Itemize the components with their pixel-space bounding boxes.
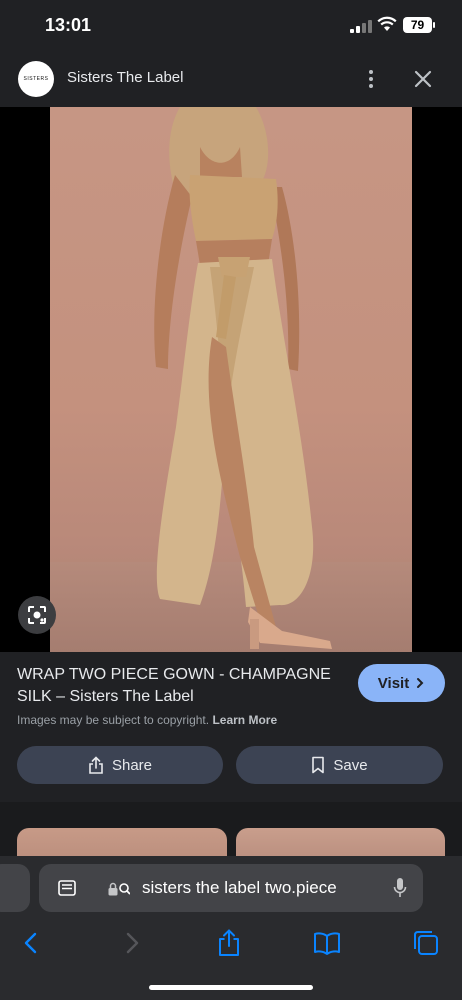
more-icon[interactable]: [360, 66, 382, 92]
bookmark-icon: [312, 756, 325, 774]
site-logo[interactable]: SISTERS THE LABEL: [18, 61, 54, 97]
result-header: SISTERS THE LABEL Sisters The Label: [0, 50, 462, 107]
bookmarks-icon[interactable]: [312, 928, 342, 958]
result-info: WRAP TWO PIECE GOWN - CHAMPAGNE SILK – S…: [0, 652, 462, 802]
related-images: [0, 802, 462, 868]
lens-icon[interactable]: [18, 596, 56, 634]
visit-button[interactable]: Visit: [358, 664, 445, 702]
lock-icon: [108, 882, 130, 896]
wifi-icon: [377, 16, 397, 31]
save-label: Save: [333, 756, 368, 774]
tabs-icon[interactable]: [411, 928, 441, 958]
close-icon[interactable]: [411, 67, 435, 91]
copyright-notice: Images may be subject to copyright. Lear…: [17, 713, 277, 727]
share-button[interactable]: Share: [17, 746, 223, 784]
status-time: 13:01: [45, 15, 92, 35]
forward-icon[interactable]: [117, 928, 147, 958]
share-label: Share: [111, 756, 153, 774]
model-figure: [154, 107, 332, 649]
reader-icon[interactable]: [57, 878, 77, 898]
status-bar: 13:01 79: [0, 0, 462, 50]
visit-label: Visit: [377, 674, 410, 692]
previous-tab[interactable]: [0, 864, 30, 912]
site-title[interactable]: Sisters The Label: [67, 69, 183, 86]
safari-address-area: sisters the label two.piece: [0, 856, 462, 918]
safari-toolbar: [0, 918, 462, 1000]
home-indicator: [149, 985, 313, 990]
url-text: sisters the label two.piece: [142, 878, 337, 897]
save-button[interactable]: Save: [236, 746, 443, 784]
address-bar[interactable]: sisters the label two.piece: [39, 864, 423, 912]
share-icon: [89, 756, 103, 774]
safari-share-icon[interactable]: [214, 928, 244, 958]
copyright-text: Images may be subject to copyright.: [17, 713, 210, 727]
signal-icon: [350, 19, 372, 33]
image-preview[interactable]: [0, 107, 462, 652]
learn-more-link[interactable]: Learn More: [212, 713, 277, 727]
product-photo: [50, 107, 412, 652]
chevron-right-icon: [417, 678, 424, 688]
result-title[interactable]: WRAP TWO PIECE GOWN - CHAMPAGNE SILK – S…: [17, 664, 347, 708]
back-icon[interactable]: [16, 928, 46, 958]
battery-icon: 79: [403, 17, 435, 33]
mic-icon[interactable]: [393, 877, 407, 899]
